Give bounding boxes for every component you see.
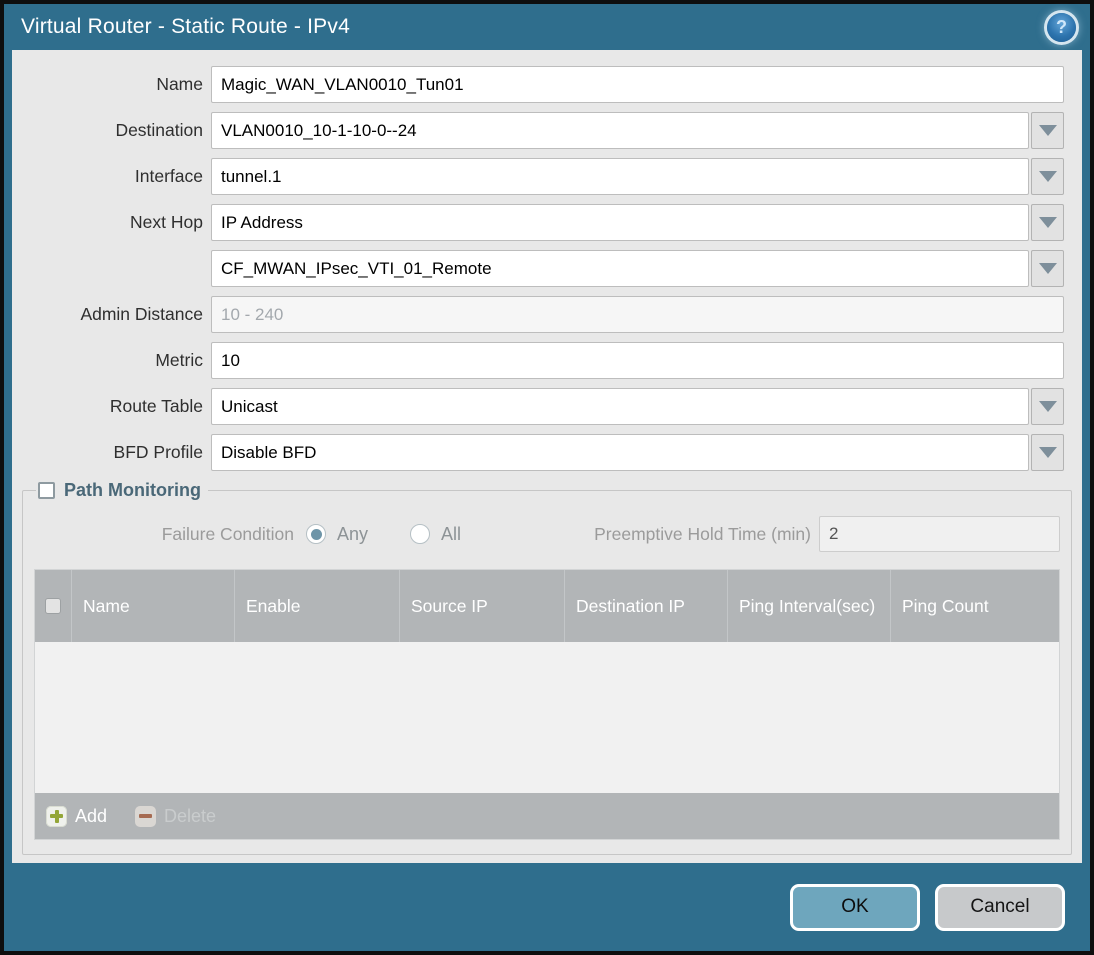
metric-row: Metric <box>12 342 1064 379</box>
titlebar: Virtual Router - Static Route - IPv4 ? <box>4 4 1090 50</box>
chevron-down-icon <box>1038 125 1057 136</box>
next-hop-dropdown-button[interactable] <box>1031 204 1064 241</box>
table-body-empty <box>35 642 1059 793</box>
chevron-down-icon <box>1038 217 1057 228</box>
destination-input[interactable] <box>211 112 1029 149</box>
failure-condition-any-radio <box>306 524 326 544</box>
destination-label: Destination <box>115 120 203 140</box>
help-icon[interactable]: ? <box>1047 12 1076 42</box>
name-row: Name <box>12 66 1064 103</box>
route-table-dropdown-button[interactable] <box>1031 388 1064 425</box>
admin-distance-label: Admin Distance <box>80 304 203 324</box>
failure-condition-all-radio <box>410 524 431 544</box>
column-header-ping-count: Ping Count <box>902 595 989 616</box>
dialog-content: Name Destination Interface Next Hop <box>12 50 1082 863</box>
column-header-name: Name <box>72 570 235 642</box>
failure-condition-row: Failure Condition Any All Preemptive Hol… <box>34 515 1060 553</box>
next-hop-type-input[interactable] <box>211 204 1029 241</box>
name-input[interactable] <box>211 66 1064 103</box>
ok-button[interactable]: OK <box>790 883 920 931</box>
path-monitoring-section: Path Monitoring Failure Condition Any Al… <box>22 480 1072 855</box>
next-hop-row: Next Hop <box>12 204 1064 241</box>
destination-dropdown-button[interactable] <box>1031 112 1064 149</box>
destination-row: Destination <box>12 112 1064 149</box>
table-toolbar: Add Delete <box>35 793 1059 839</box>
failure-condition-all-label: All <box>441 523 462 544</box>
path-monitoring-table: Name Enable Source IP Destination IP Pin… <box>34 569 1060 840</box>
chevron-down-icon <box>1038 401 1057 412</box>
preemptive-hold-time-label: Preemptive Hold Time (min) <box>594 523 811 544</box>
route-table-label: Route Table <box>109 396 203 416</box>
plus-icon <box>46 805 67 827</box>
bfd-profile-input[interactable] <box>211 434 1029 471</box>
metric-input[interactable] <box>211 342 1064 379</box>
route-table-input[interactable] <box>211 388 1029 425</box>
next-hop-address-row <box>12 250 1064 287</box>
dialog-footer: OK Cancel <box>4 863 1090 951</box>
metric-label: Metric <box>155 350 203 370</box>
delete-button: Delete <box>135 805 217 827</box>
chevron-down-icon <box>1038 447 1057 458</box>
column-header-destination-ip: Destination IP <box>565 570 728 642</box>
chevron-down-icon <box>1038 263 1057 274</box>
next-hop-address-input[interactable] <box>211 250 1029 287</box>
static-route-dialog: Virtual Router - Static Route - IPv4 ? N… <box>0 0 1094 955</box>
admin-distance-row: Admin Distance <box>12 296 1064 333</box>
column-header-source-ip: Source IP <box>400 570 565 642</box>
interface-input[interactable] <box>211 158 1029 195</box>
interface-row: Interface <box>12 158 1064 195</box>
column-header-enable: Enable <box>235 570 400 642</box>
preemptive-hold-time-input <box>819 516 1060 552</box>
bfd-profile-label: BFD Profile <box>113 442 203 462</box>
chevron-down-icon <box>1038 171 1057 182</box>
interface-dropdown-button[interactable] <box>1031 158 1064 195</box>
bfd-profile-row: BFD Profile <box>12 434 1064 471</box>
minus-icon <box>135 805 157 827</box>
select-all-header-cell <box>35 570 72 642</box>
next-hop-label: Next Hop <box>130 212 203 232</box>
interface-label: Interface <box>134 166 203 186</box>
next-hop-address-dropdown-button[interactable] <box>1031 250 1064 287</box>
name-label: Name <box>156 74 203 94</box>
path-monitoring-title: Path Monitoring <box>64 480 201 500</box>
select-all-checkbox <box>45 598 61 614</box>
table-header: Name Enable Source IP Destination IP Pin… <box>35 570 1059 642</box>
delete-button-label: Delete <box>164 805 217 826</box>
cancel-button[interactable]: Cancel <box>935 883 1065 931</box>
question-mark-glyph: ? <box>1056 17 1067 37</box>
path-monitoring-legend: Path Monitoring <box>36 480 208 501</box>
failure-condition-label: Failure Condition <box>161 523 294 544</box>
page-title: Virtual Router - Static Route - IPv4 <box>21 15 350 38</box>
route-table-row: Route Table <box>12 388 1064 425</box>
column-header-ping-interval: Ping Interval(sec) <box>728 570 891 642</box>
add-button[interactable]: Add <box>46 805 108 827</box>
bfd-profile-dropdown-button[interactable] <box>1031 434 1064 471</box>
add-button-label: Add <box>75 805 108 826</box>
admin-distance-input[interactable] <box>211 296 1064 333</box>
failure-condition-any-label: Any <box>337 523 369 544</box>
path-monitoring-checkbox[interactable] <box>38 482 55 499</box>
